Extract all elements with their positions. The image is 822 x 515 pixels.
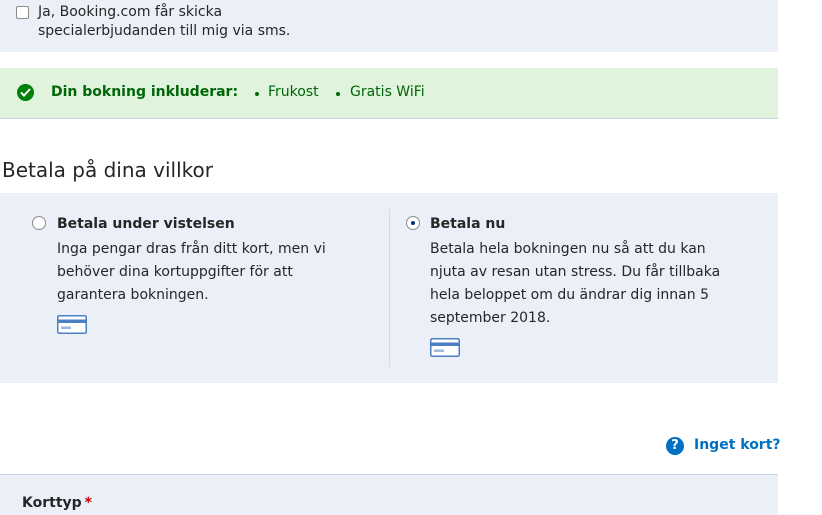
pay-at-stay-desc-line: behöver dina kortuppgifter för att	[57, 264, 293, 280]
credit-card-icon	[57, 315, 87, 334]
check-circle-icon	[17, 84, 34, 101]
sms-consent-label[interactable]: Ja, Booking.com får skicka specialerbjud…	[38, 3, 338, 41]
pay-at-stay-desc-line: garantera bokningen.	[57, 287, 209, 303]
booking-includes-banner: Din bokning inkluderar: Frukost Gratis W…	[0, 68, 778, 119]
pay-at-stay-desc-line: Inga pengar dras från ditt kort, men vi	[57, 241, 326, 257]
pay-now-title: Betala nu	[430, 216, 506, 232]
sms-consent-label-line2: specialerbjudanden till mig via sms.	[38, 23, 291, 39]
payment-options-panel: Betala under vistelsen Inga pengar dras …	[0, 193, 778, 383]
payment-options-divider	[389, 209, 390, 367]
includes-title: Din bokning inkluderar:	[51, 84, 239, 100]
bullet-icon	[255, 92, 259, 96]
pay-at-stay-description: Inga pengar dras från ditt kort, men vi …	[57, 238, 377, 307]
pay-now-desc-line: hela beloppet om du ändrar dig innan 5	[430, 287, 709, 303]
sms-consent-label-line1: Ja, Booking.com får skicka	[38, 4, 223, 20]
includes-item-wifi: Gratis WiFi	[350, 84, 425, 100]
pay-now-desc-line: Betala hela bokningen nu så att du kan	[430, 241, 706, 257]
pay-now-radio[interactable]	[406, 216, 420, 230]
pay-now-description: Betala hela bokningen nu så att du kan n…	[430, 238, 770, 330]
sms-consent-panel: Ja, Booking.com får skicka specialerbjud…	[0, 0, 778, 52]
credit-card-icon	[430, 338, 460, 357]
pay-at-stay-title: Betala under vistelsen	[57, 216, 235, 232]
question-circle-icon[interactable]: ?	[666, 437, 684, 455]
pay-now-desc-line: september 2018.	[430, 310, 551, 326]
pay-now-desc-line: njuta av resan utan stress. Du får tillb…	[430, 264, 721, 280]
pay-at-stay-radio[interactable]	[32, 216, 46, 230]
sms-consent-checkbox[interactable]	[16, 6, 29, 19]
bullet-icon	[336, 92, 340, 96]
includes-item-breakfast: Frukost	[268, 84, 319, 100]
payment-section-heading: Betala på dina villkor	[2, 158, 213, 182]
no-card-link-label[interactable]: Inget kort?	[694, 437, 781, 453]
